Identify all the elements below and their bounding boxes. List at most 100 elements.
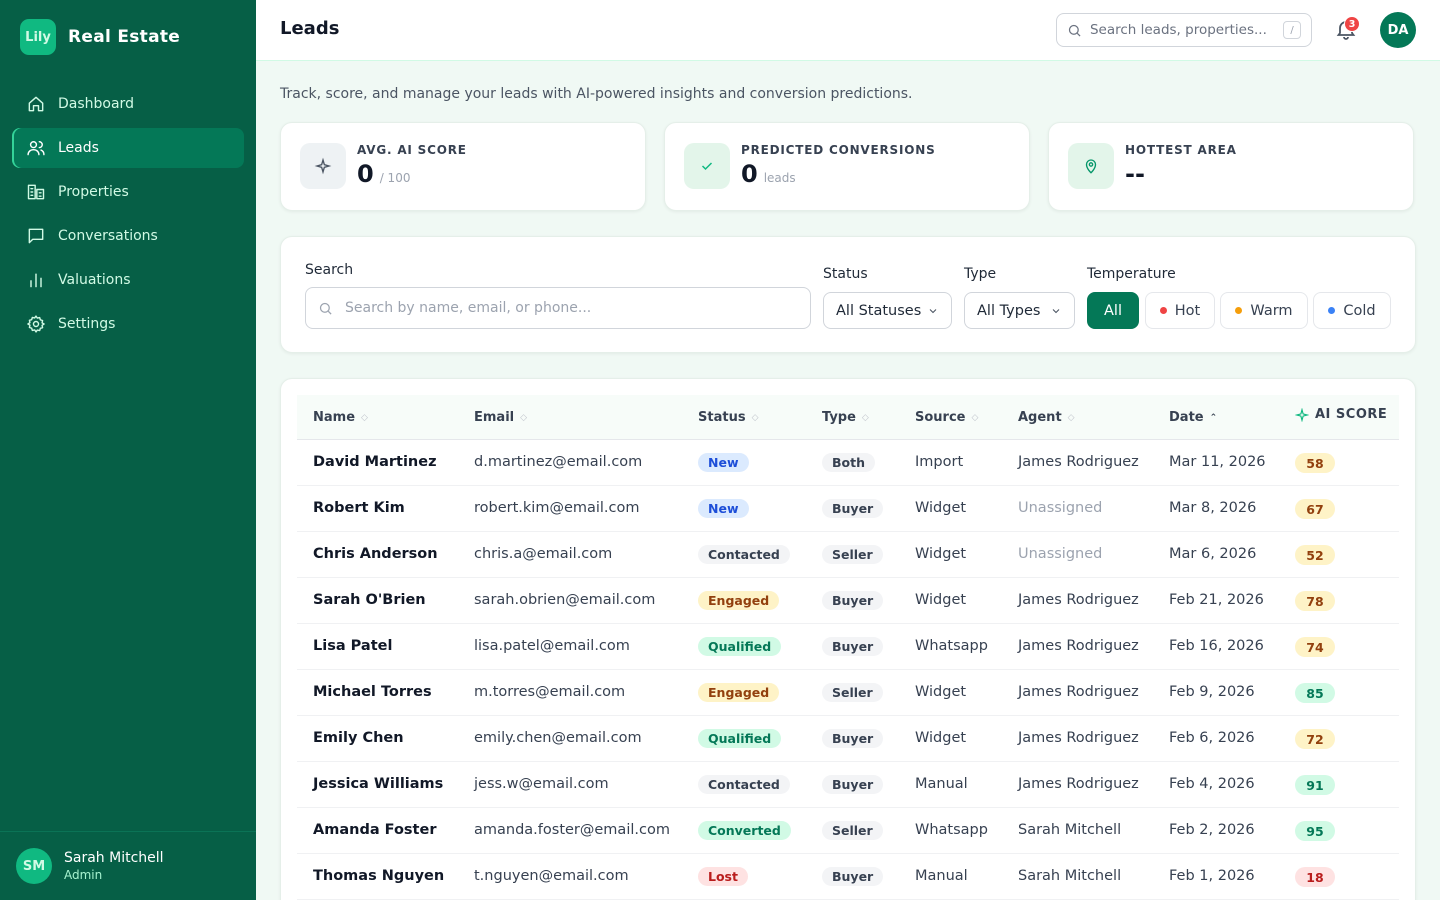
sidebar-item-properties[interactable]: Properties (12, 172, 244, 212)
stat-card-predicted-conversions: PREDICTED CONVERSIONS 0 leads (664, 122, 1030, 211)
sidebar-item-valuations[interactable]: Valuations (12, 260, 244, 300)
chevron-down-icon (929, 308, 937, 313)
column-header-agent[interactable]: Agent ◇ (1018, 410, 1075, 425)
table-row[interactable]: Jessica Williams jess.w@email.com Contacte… (297, 762, 1399, 808)
leads-table: Name ◇ Email ◇ Status ◇ Type ◇ Source ◇ Agent ◇ Date… (280, 378, 1416, 900)
status-select[interactable]: All Statuses (823, 292, 952, 329)
lead-email: t.nguyen@email.com (474, 868, 629, 884)
brand[interactable]: Lily Real Estate (20, 19, 180, 55)
global-search-input[interactable] (1089, 22, 1276, 38)
table-row[interactable]: Chris Anderson chris.a@email.com Contacted… (297, 532, 1399, 578)
lead-agent: Unassigned (1018, 546, 1103, 562)
lead-source: Manual (915, 868, 968, 884)
lead-name[interactable]: David Martinez (313, 454, 437, 470)
sidebar-item-settings[interactable]: Settings (12, 304, 244, 344)
warm-dot-icon (1235, 307, 1243, 314)
stat-unit: / 100 (379, 171, 411, 185)
lead-agent: James Rodriguez (1018, 730, 1139, 746)
lead-name[interactable]: Chris Anderson (313, 546, 438, 562)
status-badge: Qualified (698, 729, 782, 748)
sidebar-item-conversations[interactable]: Conversations (12, 216, 244, 256)
user-profile[interactable]: SM Sarah Mitchell Admin (0, 831, 256, 900)
ai-score-badge: 78 (1295, 591, 1335, 611)
stat-label: AVG. AI SCORE (357, 143, 467, 157)
lead-agent: Unassigned (1018, 500, 1103, 516)
status-badge: New (698, 499, 749, 518)
type-select[interactable]: All Types (964, 292, 1075, 329)
ai-score-badge: 91 (1295, 775, 1335, 795)
account-avatar[interactable]: DA (1380, 12, 1416, 48)
temperature-label: Temperature (1087, 266, 1176, 282)
temperature-cold-button[interactable]: Cold (1313, 292, 1391, 329)
lead-email: robert.kim@email.com (474, 500, 640, 516)
ai-score-badge: 52 (1295, 545, 1335, 565)
lead-name[interactable]: Robert Kim (313, 500, 405, 516)
lead-search-input[interactable] (345, 300, 785, 316)
lead-name[interactable]: Amanda Foster (313, 822, 436, 838)
table-row[interactable]: David Martinez d.martinez@email.com New Bot… (297, 440, 1399, 486)
sort-icon: ◇ (971, 412, 979, 423)
page-title: Leads (280, 18, 340, 39)
lead-search[interactable] (305, 287, 811, 329)
table-row[interactable]: Michael Torres m.torres@email.com Engaged S… (297, 670, 1399, 716)
column-header-email[interactable]: Email ◇ (474, 410, 527, 425)
table-row[interactable]: Amanda Foster amanda.foster@email.com Conv… (297, 808, 1399, 854)
lead-agent: James Rodriguez (1018, 776, 1139, 792)
type-badge: Both (822, 453, 875, 472)
lead-agent: James Rodriguez (1018, 638, 1139, 654)
lead-source: Widget (915, 730, 967, 746)
stat-card-avg-score: AVG. AI SCORE 0 / 100 (280, 122, 646, 211)
lead-name[interactable]: Emily Chen (313, 730, 404, 746)
lead-date: Mar 8, 2026 (1169, 500, 1257, 516)
column-header-label: Type (822, 410, 856, 425)
column-header-date[interactable]: Date ⌃ (1169, 410, 1217, 425)
lead-name[interactable]: Lisa Patel (313, 638, 392, 654)
status-badge: Lost (698, 867, 748, 886)
temperature-warm-button[interactable]: Warm (1220, 292, 1308, 329)
lead-source: Widget (915, 546, 967, 562)
lead-date: Feb 4, 2026 (1169, 776, 1255, 792)
lead-name[interactable]: Michael Torres (313, 684, 432, 700)
column-header-source[interactable]: Source ◇ (915, 410, 978, 425)
column-header-status[interactable]: Status ◇ (698, 410, 758, 425)
lead-email: d.martinez@email.com (474, 454, 643, 470)
brand-name: Real Estate (68, 27, 181, 47)
lead-name[interactable]: Thomas Nguyen (313, 868, 444, 884)
user-avatar: SM (16, 848, 52, 884)
temperature-hot-button[interactable]: Hot (1145, 292, 1215, 329)
ai-score-badge: 18 (1295, 867, 1335, 887)
sort-icon: ◇ (861, 412, 869, 423)
column-header-ai-score[interactable]: AI SCORE (1295, 407, 1387, 422)
stat-value: 0 (741, 160, 758, 188)
global-search[interactable]: / (1056, 13, 1312, 47)
hot-dot-icon (1159, 307, 1167, 314)
sort-icon: ◇ (520, 412, 528, 423)
table-row[interactable]: Thomas Nguyen t.nguyen@email.com Lost Buyer… (297, 854, 1399, 900)
column-header-name[interactable]: Name ◇ (313, 410, 368, 425)
brand-logo: Lily (20, 19, 56, 55)
top-header: Leads / 3 DA (256, 0, 1440, 61)
table-row[interactable]: Lisa Patel lisa.patel@email.com Qualified B… (297, 624, 1399, 670)
chat-icon (28, 228, 44, 244)
temperature-all-button[interactable]: All (1087, 292, 1139, 329)
type-badge: Seller (822, 683, 883, 702)
table-row[interactable]: Sarah O'Brien sarah.obrien@email.com Engag… (297, 578, 1399, 624)
lead-email: emily.chen@email.com (474, 730, 642, 746)
column-header-label: Email (474, 410, 515, 425)
map-pin-icon (1068, 143, 1114, 189)
sidebar-item-dashboard[interactable]: Dashboard (12, 84, 244, 124)
table-row[interactable]: Emily Chen emily.chen@email.com Qualified B… (297, 716, 1399, 762)
lead-name[interactable]: Jessica Williams (313, 776, 443, 792)
lead-email: jess.w@email.com (474, 776, 609, 792)
sidebar-item-label: Dashboard (58, 96, 134, 112)
gear-icon (27, 315, 45, 333)
type-badge: Seller (822, 821, 883, 840)
table-row[interactable]: Robert Kim robert.kim@email.com New Buyer Wi… (297, 486, 1399, 532)
sidebar-item-leads[interactable]: Leads (12, 128, 244, 168)
column-header-type[interactable]: Type ◇ (822, 410, 869, 425)
lead-name[interactable]: Sarah O'Brien (313, 592, 426, 608)
sidebar-item-label: Properties (58, 184, 129, 200)
filter-panel: Search Status All Statuses Type All Type… (280, 236, 1416, 353)
temperature-button-label: Warm (1250, 302, 1293, 319)
sort-asc-icon: ⌃ (1209, 412, 1218, 423)
